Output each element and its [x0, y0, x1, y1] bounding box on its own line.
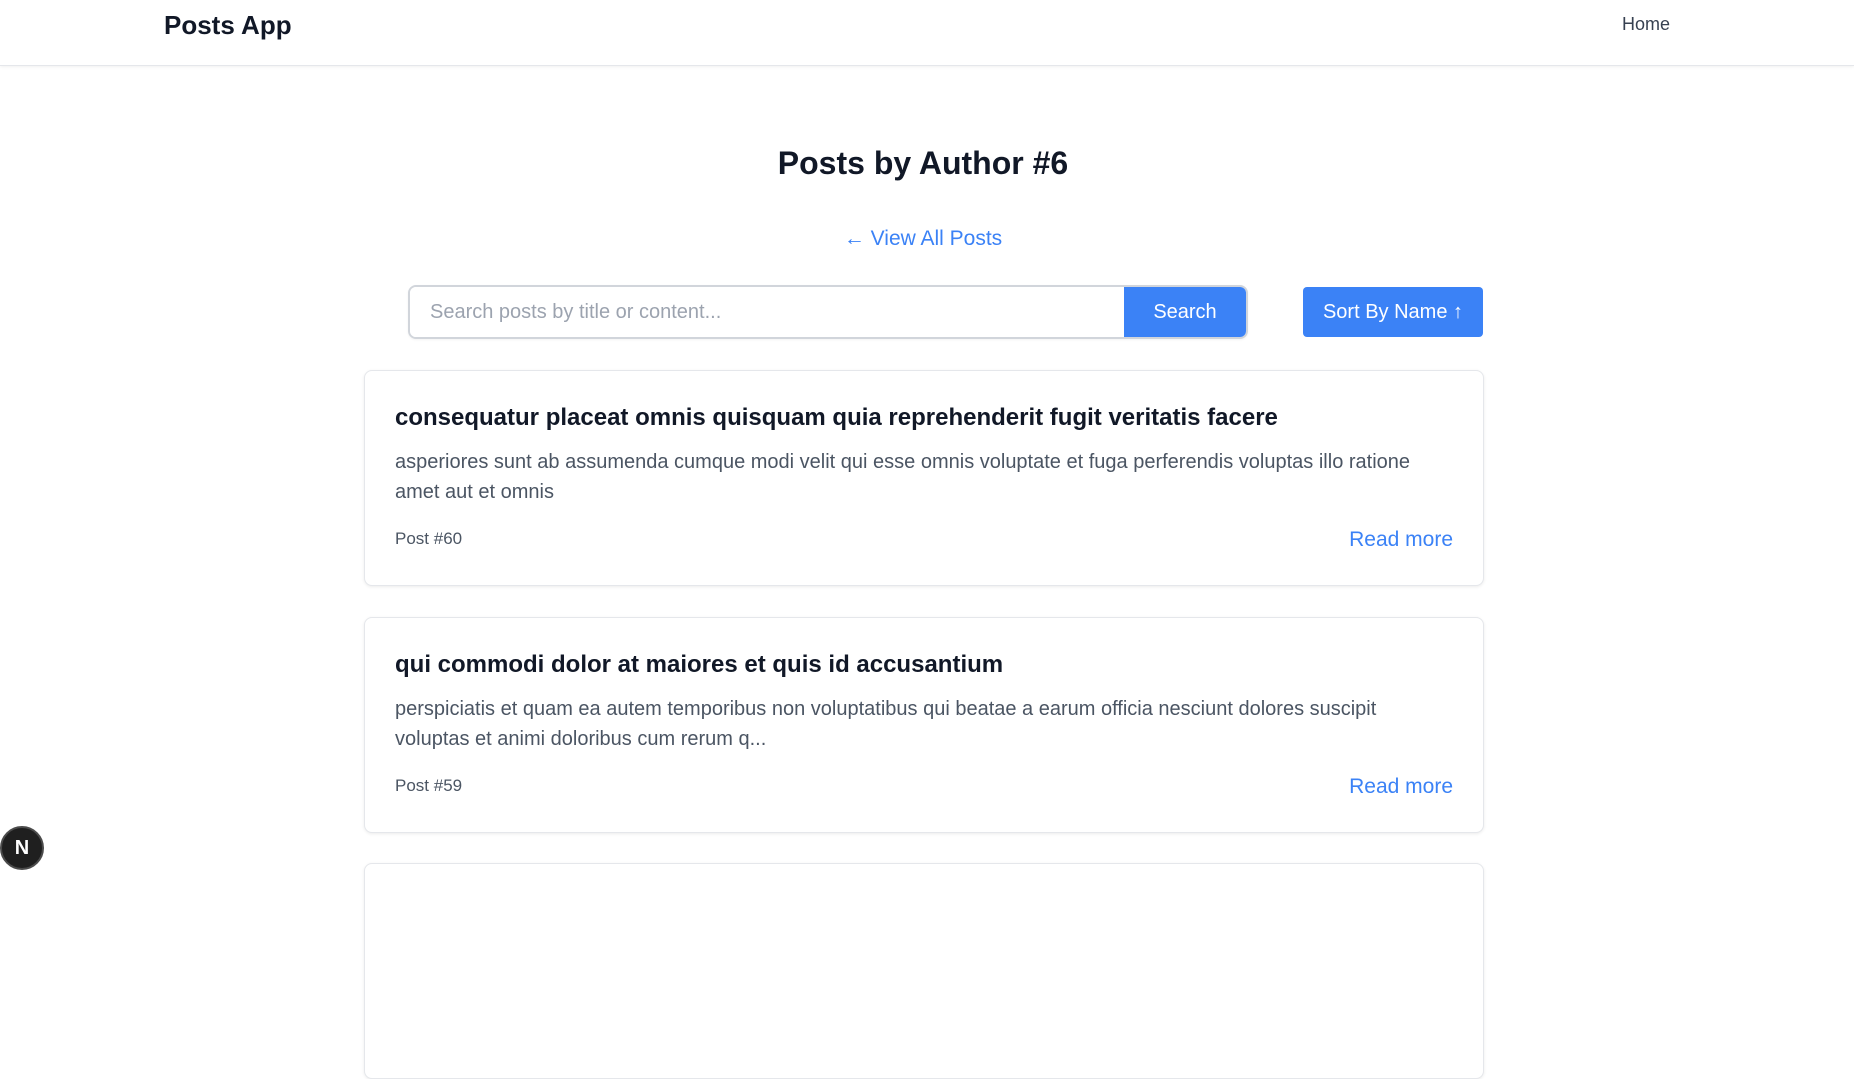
post-excerpt: perspiciatis et quam ea autem temporibus…: [395, 698, 1377, 750]
nextjs-logo-icon[interactable]: N: [0, 826, 44, 870]
post-excerpt: asperiores sunt ab assumenda cumque modi…: [395, 451, 1411, 503]
post-card: qui commodi dolor at maiores et quis id …: [364, 617, 1484, 833]
nextjs-badge-letter: N: [14, 836, 30, 859]
search-form: Search: [408, 285, 1248, 339]
post-card: consequatur placeat omnis quisquam quia …: [364, 370, 1484, 586]
read-more-link[interactable]: Read more: [1349, 775, 1453, 799]
search-button[interactable]: Search: [1124, 287, 1246, 337]
nav-home-link[interactable]: Home: [1622, 14, 1670, 35]
post-id-label: Post #59: [395, 776, 463, 795]
view-all-posts-link[interactable]: ← View All Posts: [0, 227, 1846, 251]
page-title: Posts by Author #6: [777, 145, 1069, 181]
navbar: Posts App Home: [0, 0, 1854, 66]
brand-logo-link[interactable]: Posts App: [164, 10, 292, 41]
post-title: qui commodi dolor at maiores et quis id …: [395, 651, 1004, 678]
post-title: consequatur placeat omnis quisquam quia …: [395, 404, 1278, 431]
post-id-label: Post #60: [395, 529, 463, 548]
search-input[interactable]: [410, 287, 1124, 337]
post-card: [364, 863, 1484, 1079]
sort-by-name-button[interactable]: Sort By Name ↑: [1303, 287, 1483, 337]
read-more-link[interactable]: Read more: [1349, 528, 1453, 552]
